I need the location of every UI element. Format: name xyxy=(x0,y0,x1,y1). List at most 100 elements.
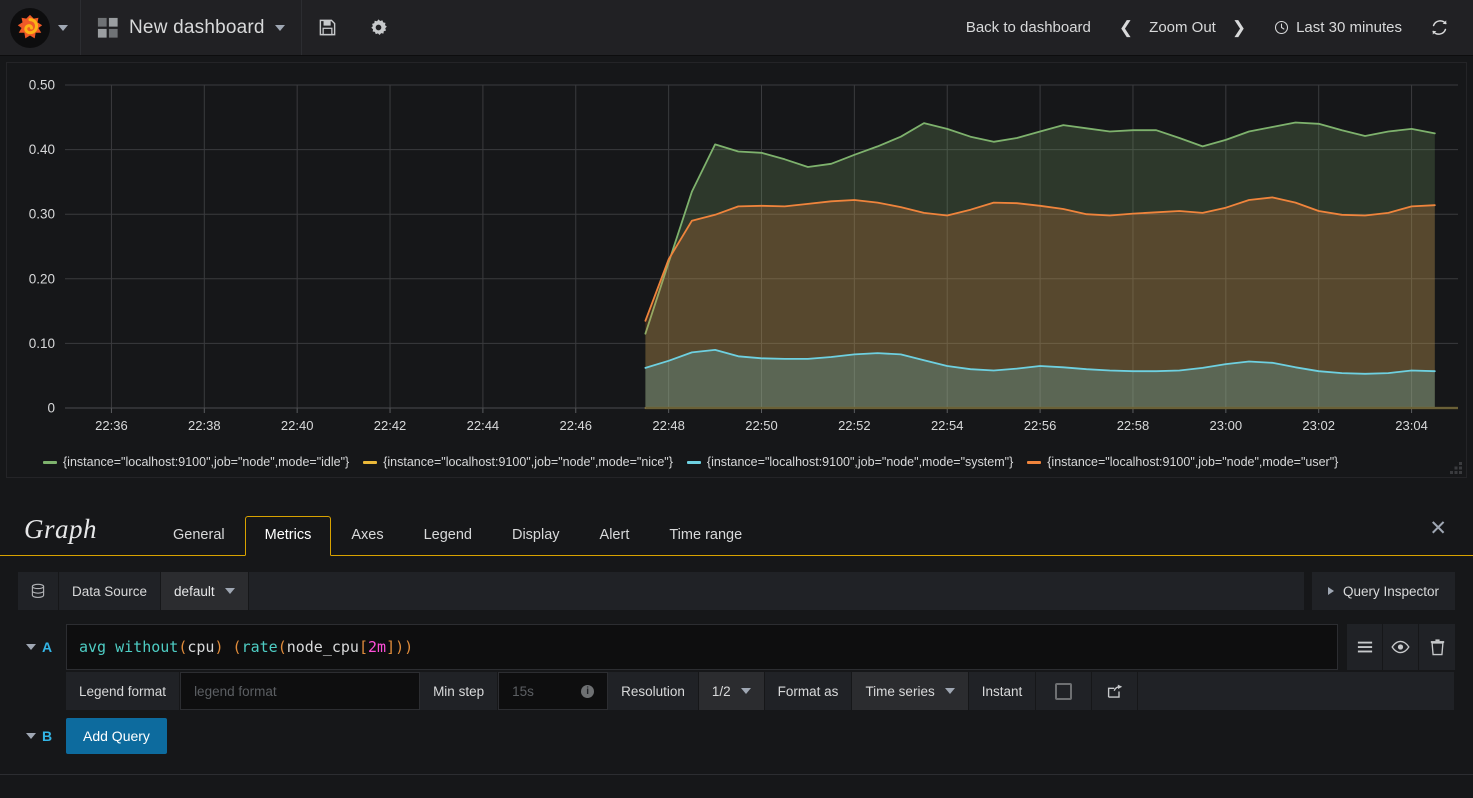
query-token: [ xyxy=(358,638,368,656)
x-axis-tick-label: 23:00 xyxy=(1210,418,1243,433)
legend-color-swatch xyxy=(686,460,701,464)
editor-tabs: General Metrics Axes Legend Display Alert Time… xyxy=(153,515,762,556)
tab-alert[interactable]: Alert xyxy=(580,516,650,556)
tab-metrics[interactable]: Metrics xyxy=(244,516,332,556)
zoom-out-button[interactable]: Zoom Out xyxy=(1143,0,1222,56)
query-token xyxy=(224,638,233,656)
x-axis-tick-label: 22:58 xyxy=(1117,418,1150,433)
query-options-row: Legend format legend format Min step 15s… xyxy=(66,672,1455,710)
instant-label: Instant xyxy=(968,672,1037,710)
x-axis-tick-label: 22:44 xyxy=(467,418,500,433)
legend-item[interactable]: {instance="localhost:9100",job="node",mo… xyxy=(363,455,673,469)
format-as-select[interactable]: Time series xyxy=(852,672,969,710)
legend-color-swatch xyxy=(43,460,57,464)
query-token: without xyxy=(115,638,179,656)
back-to-dashboard-link[interactable]: Back to dashboard xyxy=(952,0,1105,56)
chevron-left-icon[interactable]: ❮ xyxy=(1111,18,1141,38)
panel-editor: Graph General Metrics Axes Legend Display Ale… xyxy=(0,500,1473,775)
resolution-value: 1/2 xyxy=(711,683,731,699)
legend-series-label: {instance="localhost:9100",job="node",mo… xyxy=(63,455,350,469)
query-token xyxy=(106,638,115,656)
dashboard-title: New dashboard xyxy=(129,16,265,38)
query-letter-a[interactable]: A xyxy=(18,624,66,670)
chevron-down-icon[interactable] xyxy=(26,644,36,650)
info-icon[interactable]: i xyxy=(581,684,595,698)
gear-icon xyxy=(370,19,387,35)
instant-checkbox-cell[interactable] xyxy=(1036,672,1093,710)
timeseries-chart[interactable]: 0.50 0.40 0.30 0.20 0.10 0 22:36 22:38 22:40 22:4… xyxy=(7,63,1466,443)
resolution-label: Resolution xyxy=(608,672,699,710)
floppy-save-icon xyxy=(319,19,336,36)
grafana-logo-menu[interactable] xyxy=(0,0,81,55)
x-axis-tick-label: 22:36 xyxy=(95,418,128,433)
chevron-down-icon xyxy=(224,588,235,594)
share-query-button[interactable] xyxy=(1092,672,1139,710)
y-axis-tick-label: 0.20 xyxy=(29,271,55,286)
query-inspector-label: Query Inspector xyxy=(1342,583,1439,599)
graph-legend: {instance="localhost:9100",job="node",mo… xyxy=(7,455,1466,469)
chevron-right-icon[interactable]: ❯ xyxy=(1224,18,1254,38)
time-range-picker[interactable]: Last 30 minutes xyxy=(1260,19,1416,36)
add-query-button[interactable]: Add Query xyxy=(66,718,167,754)
dashboard-settings-button[interactable] xyxy=(353,0,404,55)
top-navbar: New dashboard Back to dashboard ❮ Zoom O… xyxy=(0,0,1473,56)
panel-resize-handle[interactable] xyxy=(1448,459,1464,475)
query-options-button[interactable] xyxy=(1347,624,1383,670)
min-step-label: Min step xyxy=(420,672,499,710)
x-axis-tick-label: 22:42 xyxy=(374,418,407,433)
resolution-select[interactable]: 1/2 xyxy=(698,672,765,710)
x-axis-tick-label: 22:50 xyxy=(745,418,778,433)
datasource-row-filler xyxy=(248,572,1304,610)
tab-display[interactable]: Display xyxy=(492,516,580,556)
add-query-row: B Add Query xyxy=(18,718,1455,754)
legend-item[interactable]: {instance="localhost:9100",job="node",mo… xyxy=(43,455,349,469)
tab-axes[interactable]: Axes xyxy=(331,516,403,556)
graph-plot-area[interactable]: 0.50 0.40 0.30 0.20 0.10 0 22:36 22:38 22:40 22:4… xyxy=(7,63,1466,443)
trash-icon xyxy=(1430,638,1444,655)
query-letter-b[interactable]: B xyxy=(18,728,66,744)
datasource-select[interactable]: default xyxy=(161,572,249,610)
database-icon-svg xyxy=(31,583,45,598)
query-token: node_cpu xyxy=(286,638,359,656)
legend-item[interactable]: {instance="localhost:9100",job="node",mo… xyxy=(686,455,1013,469)
dashboard-title-menu[interactable]: New dashboard xyxy=(81,0,302,55)
y-axis-tick-label: 0.40 xyxy=(29,142,55,157)
x-axis-tick-label: 22:38 xyxy=(188,418,221,433)
save-dashboard-button[interactable] xyxy=(302,0,353,55)
query-inspector-button[interactable]: Query Inspector xyxy=(1311,572,1455,610)
editor-tabbar: Graph General Metrics Axes Legend Display Ale… xyxy=(0,500,1473,556)
tab-time-range[interactable]: Time range xyxy=(649,516,762,556)
chevron-down-icon[interactable] xyxy=(26,733,36,739)
eye-icon xyxy=(1391,640,1410,654)
query-action-buttons xyxy=(1347,624,1455,670)
chevron-down-icon xyxy=(740,688,751,694)
dashboard-grid-icon xyxy=(97,17,118,38)
legend-item[interactable]: {instance="localhost:9100",job="node",mo… xyxy=(1027,455,1338,469)
instant-checkbox[interactable] xyxy=(1055,682,1073,700)
grafana-logo-icon[interactable] xyxy=(10,7,50,48)
legend-format-label: Legend format xyxy=(66,672,181,710)
min-step-input[interactable]: 15s i xyxy=(498,672,609,710)
time-zoom-controls: ❮ Zoom Out ❯ xyxy=(1105,0,1260,56)
graph-panel: 0.50 0.40 0.30 0.20 0.10 0 22:36 22:38 22:40 22:4… xyxy=(6,62,1467,478)
legend-series-label: {instance="localhost:9100",job="node",mo… xyxy=(383,455,673,469)
database-icon xyxy=(18,572,59,610)
tab-general[interactable]: General xyxy=(153,516,245,556)
clock-icon xyxy=(1275,20,1289,35)
tab-legend[interactable]: Legend xyxy=(404,516,492,556)
remove-query-button[interactable] xyxy=(1419,624,1455,670)
hamburger-menu-icon xyxy=(1357,641,1372,653)
chevron-down-icon[interactable] xyxy=(58,24,68,31)
x-axis-tick-label: 22:52 xyxy=(838,418,871,433)
query-row-a: A avg without(cpu) (rate(node_cpu[2m])) xyxy=(18,624,1455,710)
y-axis-tick-label: 0.30 xyxy=(29,207,55,222)
legend-format-input[interactable]: legend format xyxy=(180,672,421,710)
query-expression-input[interactable]: avg without(cpu) (rate(node_cpu[2m])) xyxy=(66,624,1338,670)
close-editor-button[interactable]: ✕ xyxy=(1429,518,1447,539)
query-token: ) xyxy=(404,638,414,656)
chevron-down-icon[interactable] xyxy=(274,24,285,31)
refresh-button[interactable] xyxy=(1416,18,1459,37)
format-as-value: Time series xyxy=(865,683,935,699)
toggle-query-visibility-button[interactable] xyxy=(1383,624,1419,670)
min-step-placeholder: 15s xyxy=(512,683,534,699)
